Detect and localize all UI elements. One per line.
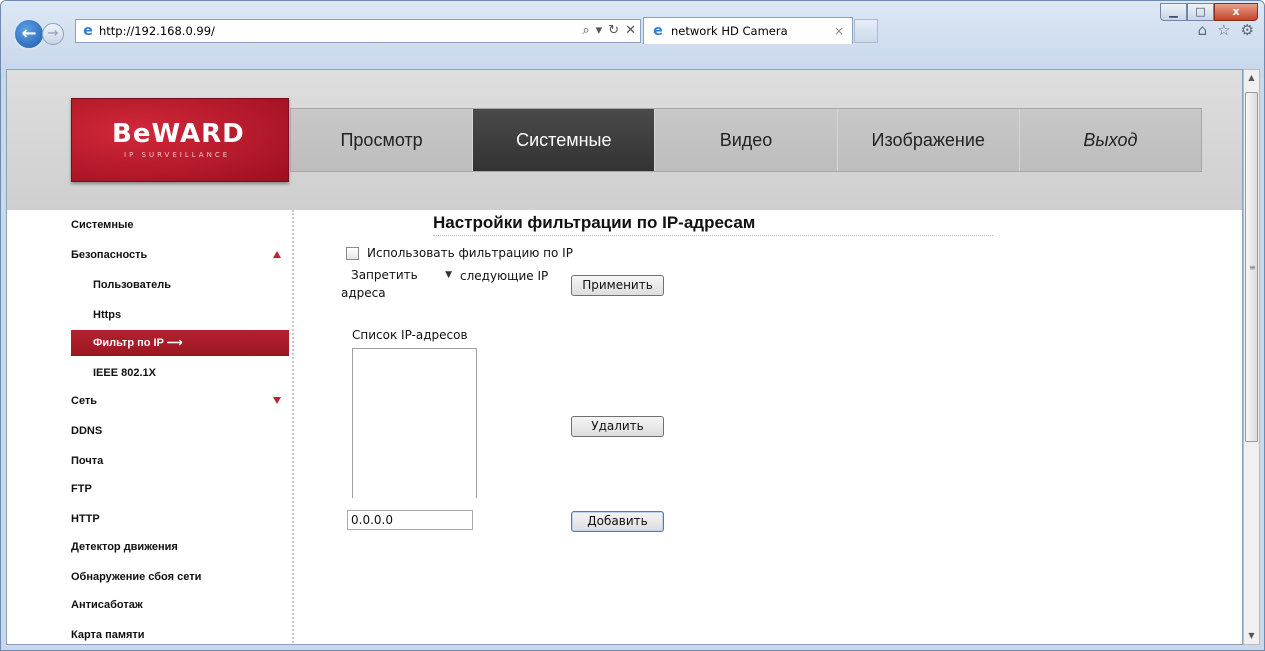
address-tools: ⌕ ▾ ↻ ✕	[582, 23, 636, 38]
browser-titlebar: ▁ □ x ← → e http://192.168.0.99/ ⌕ ▾ ↻ ✕…	[1, 1, 1264, 77]
sidebar-item-network-failure[interactable]: Обнаружение сбоя сети	[71, 564, 289, 590]
page-viewport: BeWARD IP SURVEILLANCE Просмотр Системны…	[6, 69, 1243, 645]
sidebar-item-label: FTP	[71, 483, 92, 495]
refresh-icon[interactable]: ↻	[608, 23, 619, 38]
filter-mode-suffix-line2: адреса	[341, 286, 386, 300]
browser-window: ▁ □ x ← → e http://192.168.0.99/ ⌕ ▾ ↻ ✕…	[0, 0, 1265, 651]
scroll-up-arrow-icon[interactable]: ▲	[1244, 70, 1259, 86]
sidebar-item-mail[interactable]: Почта	[71, 448, 289, 474]
add-button[interactable]: Добавить	[571, 511, 664, 532]
url-text[interactable]: http://192.168.0.99/	[99, 24, 215, 38]
sidebar-item-memory-card[interactable]: Карта памяти	[71, 622, 289, 644]
delete-button[interactable]: Удалить	[571, 416, 664, 437]
filter-mode-select[interactable]: Запретить ▼	[346, 266, 454, 286]
chevron-down-icon[interactable]: ▾	[596, 23, 603, 38]
menu-item-system[interactable]: Системные	[472, 109, 655, 171]
stop-icon[interactable]: ✕	[625, 23, 636, 38]
beward-logo: BeWARD IP SURVEILLANCE	[71, 98, 289, 182]
forward-button[interactable]: →	[42, 23, 64, 45]
ip-address-input[interactable]: 0.0.0.0	[347, 510, 473, 530]
scroll-grip-icon: ≡	[1249, 263, 1256, 272]
ie-tab-icon: e	[653, 23, 663, 39]
address-bar[interactable]: e http://192.168.0.99/ ⌕ ▾ ↻ ✕	[75, 19, 641, 43]
settings-gear-icon[interactable]: ⚙	[1241, 21, 1254, 39]
sidebar-item-label: Детектор движения	[71, 541, 178, 553]
menu-item-logout[interactable]: Выход	[1018, 109, 1201, 171]
sidebar-item-ip-filter[interactable]: Фильтр по IP ⟶	[71, 330, 289, 356]
browser-toolbar-icons: ⌂ ☆ ⚙	[1198, 21, 1254, 39]
new-tab-button[interactable]	[854, 19, 878, 43]
sidebar-item-ieee8021x[interactable]: IEEE 802.1X	[71, 360, 289, 386]
sidebar-item-label: Пользователь	[93, 279, 172, 291]
favorites-star-icon[interactable]: ☆	[1217, 21, 1230, 39]
sidebar-item-label: Системные	[71, 219, 134, 231]
close-window-button[interactable]: x	[1214, 3, 1258, 21]
title-divider	[433, 235, 993, 236]
collapse-arrow-icon[interactable]	[273, 251, 281, 258]
arrow-right-icon: ⟶	[166, 337, 183, 349]
maximize-button[interactable]: □	[1187, 3, 1214, 21]
sidebar-item-label: IEEE 802.1X	[93, 367, 156, 379]
expand-arrow-icon[interactable]	[273, 397, 281, 404]
sidebar-item-label: Безопасность	[71, 249, 148, 261]
main-menu: Просмотр Системные Видео Изображение Вых…	[290, 108, 1202, 172]
sidebar-item-label: Карта памяти	[71, 629, 145, 641]
sidebar: Системные Безопасность Пользователь Http…	[71, 210, 291, 644]
ie-page-icon: e	[83, 23, 93, 39]
nav-buttons: ← →	[13, 17, 64, 51]
sidebar-item-label: Https	[93, 309, 122, 321]
sidebar-item-system[interactable]: Системные	[71, 212, 289, 238]
page-title: Настройки фильтрации по IP-адресам	[433, 213, 756, 232]
use-ip-filter-label: Использовать фильтрацию по IP	[367, 246, 573, 260]
filter-mode-suffix-line1: следующие IP	[460, 269, 549, 283]
sidebar-item-antisabotage[interactable]: Антисаботаж	[71, 592, 289, 618]
back-button[interactable]: ←	[13, 18, 45, 50]
ip-address-listbox[interactable]	[352, 348, 477, 498]
sidebar-item-label: Антисаботаж	[71, 599, 143, 611]
sidebar-item-ddns[interactable]: DDNS	[71, 418, 289, 444]
home-icon[interactable]: ⌂	[1198, 21, 1208, 39]
chevron-down-icon[interactable]: ▼	[445, 266, 452, 284]
logo-subtitle: IP SURVEILLANCE	[124, 151, 231, 159]
close-tab-icon[interactable]: ×	[834, 24, 844, 38]
browser-tab[interactable]: e network HD Camera ×	[643, 17, 853, 44]
sidebar-item-label: DDNS	[71, 425, 103, 437]
use-ip-filter-checkbox[interactable]	[346, 247, 359, 260]
menu-item-image[interactable]: Изображение	[836, 109, 1019, 171]
page-header: BeWARD IP SURVEILLANCE Просмотр Системны…	[7, 70, 1242, 210]
sidebar-item-label: Обнаружение сбоя сети	[71, 571, 202, 583]
menu-item-video[interactable]: Видео	[654, 109, 836, 171]
sidebar-item-label: Фильтр по IP	[93, 337, 164, 349]
apply-button[interactable]: Применить	[571, 275, 664, 296]
sidebar-item-motion-detector[interactable]: Детектор движения	[71, 534, 289, 560]
vertical-scrollbar[interactable]: ▲ ≡ ▼	[1243, 69, 1260, 645]
window-controls: ▁ □ x	[1160, 3, 1258, 21]
sidebar-divider	[292, 210, 294, 644]
sidebar-item-label: Сеть	[71, 395, 98, 407]
filter-mode-value: Запретить	[351, 268, 418, 282]
sidebar-item-network[interactable]: Сеть	[71, 388, 289, 414]
logo-text: BeWARD	[112, 119, 245, 149]
sidebar-item-user[interactable]: Пользователь	[71, 272, 289, 298]
sidebar-item-ftp[interactable]: FTP	[71, 476, 289, 502]
minimize-button[interactable]: ▁	[1160, 3, 1187, 21]
scroll-thumb[interactable]: ≡	[1245, 92, 1258, 442]
scroll-down-arrow-icon[interactable]: ▼	[1244, 628, 1259, 644]
sidebar-item-http[interactable]: HTTP	[71, 506, 289, 532]
tab-title: network HD Camera	[671, 24, 788, 38]
menu-item-view[interactable]: Просмотр	[291, 109, 472, 171]
sidebar-item-label: Почта	[71, 455, 104, 467]
ip-list-label: Список IP-адресов	[352, 328, 468, 342]
search-icon[interactable]: ⌕	[582, 23, 589, 38]
sidebar-item-https[interactable]: Https	[71, 302, 289, 328]
sidebar-item-security[interactable]: Безопасность	[71, 242, 289, 268]
sidebar-item-label: HTTP	[71, 513, 100, 525]
